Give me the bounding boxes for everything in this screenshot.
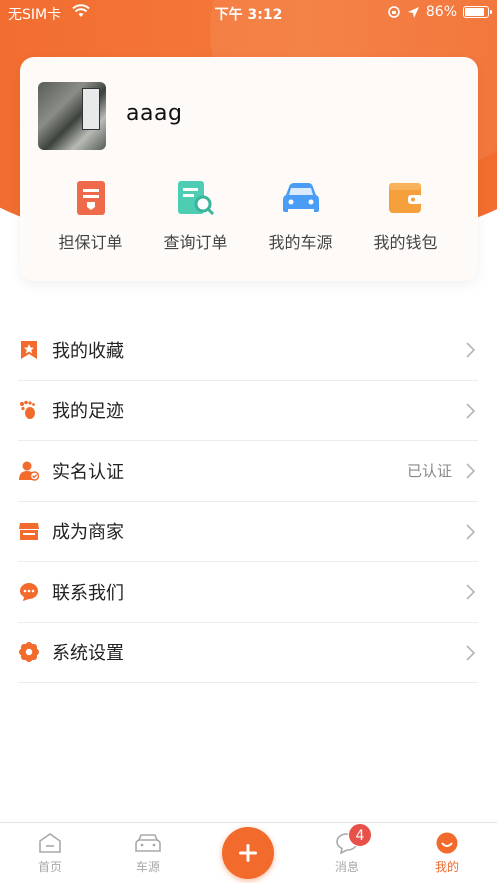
profile-card: aaag 担保订单 查询订单 我的车源 我的钱包	[20, 57, 478, 281]
menu-item-contact-us[interactable]: 联系我们	[18, 562, 478, 623]
chevron-right-icon	[466, 342, 475, 358]
menu-label: 我的足迹	[52, 401, 124, 423]
guarantee-order-icon	[76, 181, 105, 215]
avatar[interactable]	[38, 82, 106, 150]
settings-menu: 我的收藏 我的足迹 实名认证 已认证 成为商家 联系我们 系统设置	[18, 320, 478, 683]
publish-button[interactable]	[222, 827, 274, 879]
wallet-icon	[388, 183, 422, 213]
chevron-right-icon	[466, 463, 475, 479]
battery-icon	[463, 6, 492, 18]
chevron-right-icon	[466, 644, 475, 661]
location-icon	[407, 6, 419, 18]
menu-label: 我的收藏	[52, 340, 124, 362]
chat-icon	[19, 582, 39, 602]
tab-messages[interactable]: 消息	[312, 832, 382, 875]
menu-item-settings[interactable]: 系统设置	[18, 623, 478, 683]
quick-actions: 担保订单 查询订单 我的车源 我的钱包	[20, 179, 478, 253]
tab-label: 车源	[135, 860, 160, 874]
tab-label: 首页	[37, 860, 62, 874]
menu-item-become-merchant[interactable]: 成为商家	[18, 502, 478, 562]
quick-label: 查询订单	[163, 233, 228, 252]
chevron-right-icon	[466, 402, 475, 419]
car-icon	[282, 183, 319, 212]
tab-home[interactable]: 首页	[15, 832, 85, 875]
quick-label: 担保订单	[58, 233, 123, 252]
quick-wallet[interactable]: 我的钱包	[353, 179, 458, 253]
status-right: 86%	[387, 4, 492, 20]
menu-item-favorites[interactable]: 我的收藏	[18, 320, 478, 381]
quick-guarantee-order[interactable]: 担保订单	[38, 179, 143, 253]
verified-user-icon	[19, 461, 39, 481]
verification-status: 已认证	[406, 462, 452, 481]
menu-item-verification[interactable]: 实名认证 已认证	[18, 441, 478, 502]
store-icon	[19, 521, 39, 541]
search-order-icon	[177, 181, 214, 216]
smile-icon	[436, 832, 458, 854]
tab-cars[interactable]: 车源	[113, 832, 183, 875]
menu-label: 成为商家	[52, 522, 124, 544]
car-outline-icon	[135, 834, 161, 852]
footprint-icon	[19, 400, 39, 420]
quick-label: 我的钱包	[373, 233, 438, 252]
tab-mine[interactable]: 我的	[412, 832, 482, 875]
settings-icon	[19, 642, 39, 663]
battery-percent: 86%	[425, 4, 457, 20]
chevron-right-icon	[466, 523, 475, 540]
tab-label: 消息	[334, 860, 359, 874]
username[interactable]: aaag	[126, 101, 182, 126]
quick-label: 我的车源	[268, 233, 333, 252]
menu-label: 联系我们	[52, 582, 124, 604]
bookmark-star-icon	[19, 340, 39, 360]
chevron-right-icon	[466, 584, 475, 600]
menu-item-footprints[interactable]: 我的足迹	[18, 381, 478, 441]
quick-my-cars[interactable]: 我的车源	[248, 179, 353, 253]
menu-label: 系统设置	[52, 643, 124, 665]
plus-icon	[239, 844, 257, 862]
rotation-lock-icon	[388, 6, 400, 18]
home-icon	[39, 833, 61, 853]
quick-search-order[interactable]: 查询订单	[143, 179, 248, 253]
tab-label: 我的	[434, 860, 459, 874]
message-badge: 4	[348, 823, 372, 847]
menu-label: 实名认证	[52, 461, 124, 483]
status-bar: 无SIM卡 下午 3:12 86%	[0, 0, 497, 26]
